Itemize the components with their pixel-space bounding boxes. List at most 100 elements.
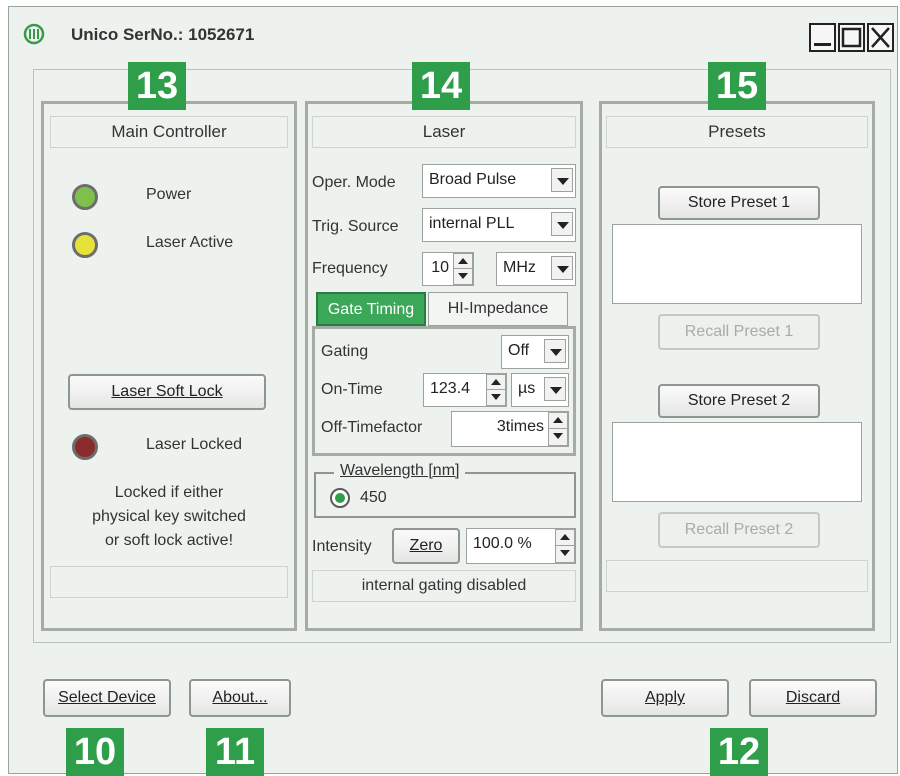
chevron-down-icon[interactable] [544,377,566,401]
chevron-down-icon[interactable] [544,339,566,363]
presets-group: Presets Store Preset 1 Recall Preset 1 S… [599,101,875,631]
off-timefactor-label: Off-Timefactor [321,419,423,436]
spin-down-icon[interactable] [556,546,574,562]
oper-mode-label: Oper. Mode [312,174,396,191]
spin-up-icon[interactable] [454,254,472,269]
select-device-button[interactable]: Select Device [43,679,171,717]
chevron-down-icon[interactable] [551,212,573,236]
chevron-down-icon[interactable] [551,168,573,192]
store-preset-1-button[interactable]: Store Preset 1 [658,186,820,220]
trig-source-value: internal PLL [429,215,515,232]
wavelength-legend-text: Wavelength [nm] [340,462,460,479]
gating-select[interactable]: Off [501,335,569,369]
oper-mode-select[interactable]: Broad Pulse [422,164,576,198]
on-time-input[interactable]: 123.4 [423,373,507,407]
on-time-unit-value: µs [518,380,536,397]
close-icon [871,27,890,48]
main-controller-title: Main Controller [50,116,288,148]
intensity-label: Intensity [312,538,372,555]
lock-note-line1: Locked if either [114,484,224,501]
frequency-unit-select[interactable]: MHz [496,252,576,286]
tab-gate-timing-label: Gate Timing [327,301,415,318]
frequency-spinner[interactable] [453,253,473,285]
on-time-value: 123.4 [430,380,471,397]
frequency-label: Frequency [312,260,388,277]
on-time-unit-select[interactable]: µs [511,373,569,407]
gate-timing-panel: Gating Off On-Time 123.4 µs Off-Timefact… [312,326,576,456]
on-time-label: On-Time [321,381,383,398]
about-button[interactable]: About... [189,679,291,717]
zero-button-label: Zero [409,537,443,554]
frequency-unit-value: MHz [503,259,536,276]
recall-preset-1-button[interactable]: Recall Preset 1 [658,314,820,350]
app-window: Unico SerNo.: 1052671 Main Controller Po… [8,6,898,774]
main-controller-status [50,566,288,598]
frequency-value: 10 [431,259,449,276]
recall-preset-2-label: Recall Preset 2 [684,521,794,538]
minimize-icon [814,43,831,46]
tab-hi-impedance[interactable]: HI-Impedance [428,292,568,326]
preset-2-text[interactable] [612,422,862,502]
lock-note-line3: or soft lock active! [104,532,234,549]
window-title: Unico SerNo.: 1052671 [71,25,255,44]
on-time-spinner[interactable] [486,374,506,406]
power-label: Power [146,186,192,203]
trig-source-select[interactable]: internal PLL [422,208,576,242]
callout-badge-13: 13 [128,62,186,110]
gating-label: Gating [321,343,369,360]
spin-down-icon[interactable] [454,269,472,284]
power-indicator-icon [72,184,98,210]
spin-down-icon[interactable] [549,429,567,445]
laser-soft-lock-button[interactable]: Laser Soft Lock [68,374,266,410]
spin-down-icon[interactable] [487,390,505,405]
spin-up-icon[interactable] [556,530,574,546]
frequency-input[interactable]: 10 [422,252,474,286]
laser-active-label: Laser Active [146,234,234,251]
laser-locked-indicator-icon [72,434,98,460]
select-device-label: Select Device [58,689,156,706]
callout-badge-10: 10 [66,728,124,776]
tab-gate-timing[interactable]: Gate Timing [316,292,426,326]
maximize-button[interactable] [838,23,865,52]
zero-button[interactable]: Zero [392,528,460,564]
callout-badge-15: 15 [708,62,766,110]
radio-selected-icon [335,493,345,503]
wavelength-legend: Wavelength [nm] [334,462,466,480]
discard-button[interactable]: Discard [749,679,877,717]
spin-up-icon[interactable] [487,375,505,390]
lock-note-line2: physical key switched [92,508,246,525]
store-preset-2-label: Store Preset 2 [687,392,791,409]
intensity-input[interactable]: 100.0 % [466,528,576,564]
callout-badge-11: 11 [206,728,264,776]
chevron-down-icon[interactable] [551,256,573,280]
app-logo-icon [23,23,45,45]
laser-group: Laser Oper. Mode Broad Pulse Trig. Sourc… [305,101,583,631]
tab-hi-impedance-label: HI-Impedance [447,300,549,317]
gating-value: Off [508,342,530,359]
about-label: About... [212,689,268,706]
off-timefactor-input[interactable]: 3times [451,411,569,447]
maximize-icon [841,27,862,48]
title-bar: Unico SerNo.: 1052671 [9,7,897,63]
preset-1-text[interactable] [612,224,862,304]
recall-preset-2-button[interactable]: Recall Preset 2 [658,512,820,548]
presets-status [606,560,868,592]
minimize-button[interactable] [809,23,836,52]
wavelength-radio[interactable] [330,488,350,508]
laser-soft-lock-label: Laser Soft Lock [111,383,223,400]
laser-locked-label: Laser Locked [146,436,243,453]
intensity-spinner[interactable] [555,529,575,563]
store-preset-2-button[interactable]: Store Preset 2 [658,384,820,418]
trig-source-label: Trig. Source [312,218,399,235]
off-timefactor-value: 3times [496,418,544,435]
off-timefactor-spinner[interactable] [548,412,568,446]
callout-badge-14: 14 [412,62,470,110]
spin-up-icon[interactable] [549,413,567,429]
discard-label: Discard [785,689,841,706]
callout-badge-12: 12 [710,728,768,776]
close-button[interactable] [867,23,894,52]
store-preset-1-label: Store Preset 1 [687,194,791,211]
apply-button[interactable]: Apply [601,679,729,717]
laser-active-indicator-icon [72,232,98,258]
laser-title: Laser [312,116,576,148]
